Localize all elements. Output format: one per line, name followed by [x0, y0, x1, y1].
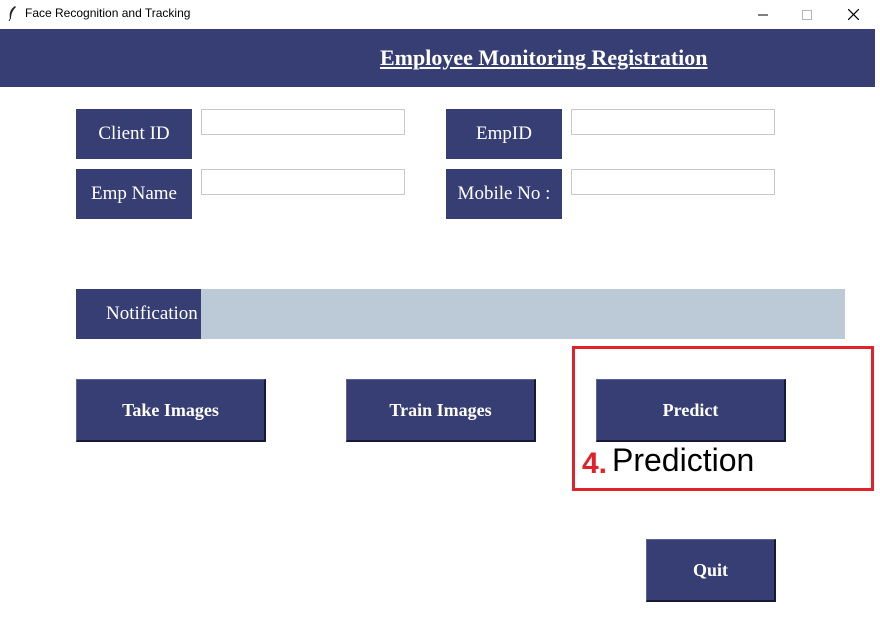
- window-title: Face Recognition and Tracking: [25, 6, 191, 20]
- notification-message: [201, 289, 845, 339]
- page-title: Employee Monitoring Registration: [380, 45, 708, 70]
- quit-button[interactable]: Quit: [646, 539, 776, 602]
- emp-name-input[interactable]: [201, 169, 405, 195]
- emp-name-label: Emp Name: [76, 169, 192, 219]
- train-images-button[interactable]: Train Images: [346, 379, 536, 442]
- notification-label: Notification: [76, 289, 201, 339]
- emp-id-input[interactable]: [571, 109, 775, 135]
- maximize-button[interactable]: [784, 0, 830, 29]
- minimize-button[interactable]: [740, 0, 786, 29]
- minimize-icon: [758, 14, 768, 15]
- window-titlebar: Face Recognition and Tracking: [0, 0, 880, 29]
- close-button[interactable]: [830, 0, 876, 29]
- client-id-input[interactable]: [201, 109, 405, 135]
- annotation-text: Prediction: [612, 442, 755, 478]
- maximize-icon: [802, 9, 812, 20]
- close-icon: [847, 9, 859, 20]
- take-images-button[interactable]: Take Images: [76, 379, 266, 442]
- mobile-no-label: Mobile No :: [446, 169, 562, 219]
- mobile-no-input[interactable]: [571, 169, 775, 195]
- client-id-label: Client ID: [76, 109, 192, 159]
- annotation-number: 4.: [582, 447, 608, 480]
- emp-id-label: EmpID: [446, 109, 562, 159]
- header-banner: Employee Monitoring Registration: [0, 29, 875, 87]
- feather-icon: [8, 6, 16, 21]
